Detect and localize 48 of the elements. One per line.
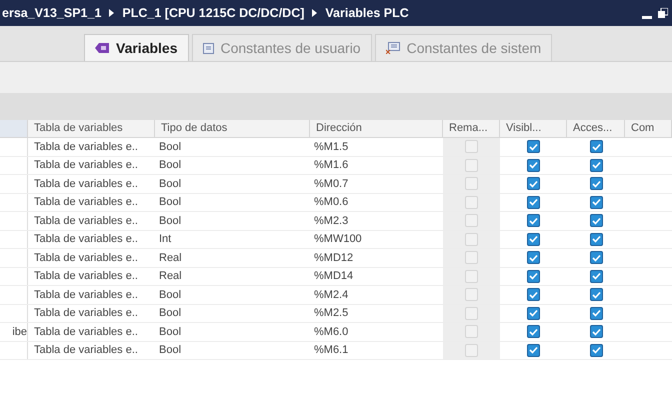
table-cell-text: Tabla de variables e.. [34,176,138,192]
table-cell-text: %M0.7 [314,176,348,192]
table-cell-text: Bool [159,176,182,192]
table-cell-text: ibe [12,324,27,340]
table-cell-text: %MW100 [314,232,362,247]
breadcrumb[interactable]: ersa_V13_SP1_1 [2,4,102,22]
table-cell-text: Tabla de variables e.. [34,250,138,266]
column-header[interactable]: Rema... [443,120,500,137]
table-cell-text: Bool [159,214,182,228]
table-cell-text: Tabla de variables e.. [34,214,138,228]
table-cell-text: Tabla de variables e.. [34,324,138,340]
table-cell-text: Tabla de variables e.. [34,140,138,154]
table-cell-text: Tabla de variables e.. [34,269,138,284]
table-cell-text: Real [159,269,182,284]
table-cell-text: Tabla de variables e.. [34,232,138,247]
table-cell-text: %M2.3 [314,214,348,228]
table-cell-text: Bool [159,324,182,340]
table-cell-text: Tabla de variables e.. [34,158,138,173]
breadcrumb[interactable]: Variables PLC [325,4,409,22]
tab[interactable]: Variables [84,34,188,61]
table-cell-text: %M6.1 [314,343,348,358]
table-cell-text: %MD12 [314,250,354,266]
table-cell-text: Bool [159,195,182,210]
table-cell-text: %M1.5 [314,140,348,154]
table-cell-text: %MD14 [314,269,354,284]
table-cell-text: Tabla de variables e.. [34,288,138,302]
table-cell-text: Bool [159,306,182,321]
table-cell-text: Bool [159,343,182,358]
table-cell-text: Tabla de variables e.. [34,195,138,210]
table-cell-text: Bool [159,140,182,154]
table-cell-text: %M1.6 [314,158,348,173]
column-header[interactable]: Tipo de datos [155,120,310,137]
table-cell-text: %M2.4 [314,288,348,302]
column-header[interactable]: Tabla de variables [28,120,155,137]
table-cell-text: %M0.6 [314,195,348,210]
table-cell-text: Bool [159,158,182,173]
table-cell-text: Tabla de variables e.. [34,306,138,321]
table-cell-text: %M6.0 [314,324,348,340]
column-header[interactable]: Dirección [310,120,443,137]
table-cell-text: Int [159,232,172,247]
column-header[interactable]: Visibl... [500,120,567,137]
table-cell-text: Bool [159,288,182,302]
column-header[interactable]: Acces... [567,120,625,137]
table-cell-text: %M2.5 [314,306,348,321]
column-header[interactable]: Com [625,120,672,137]
breadcrumb[interactable]: PLC_1 [CPU 1215C DC/DC/DC] [122,4,304,22]
table-cell-text: Real [159,250,182,266]
table-cell-text: Tabla de variables e.. [34,343,138,358]
